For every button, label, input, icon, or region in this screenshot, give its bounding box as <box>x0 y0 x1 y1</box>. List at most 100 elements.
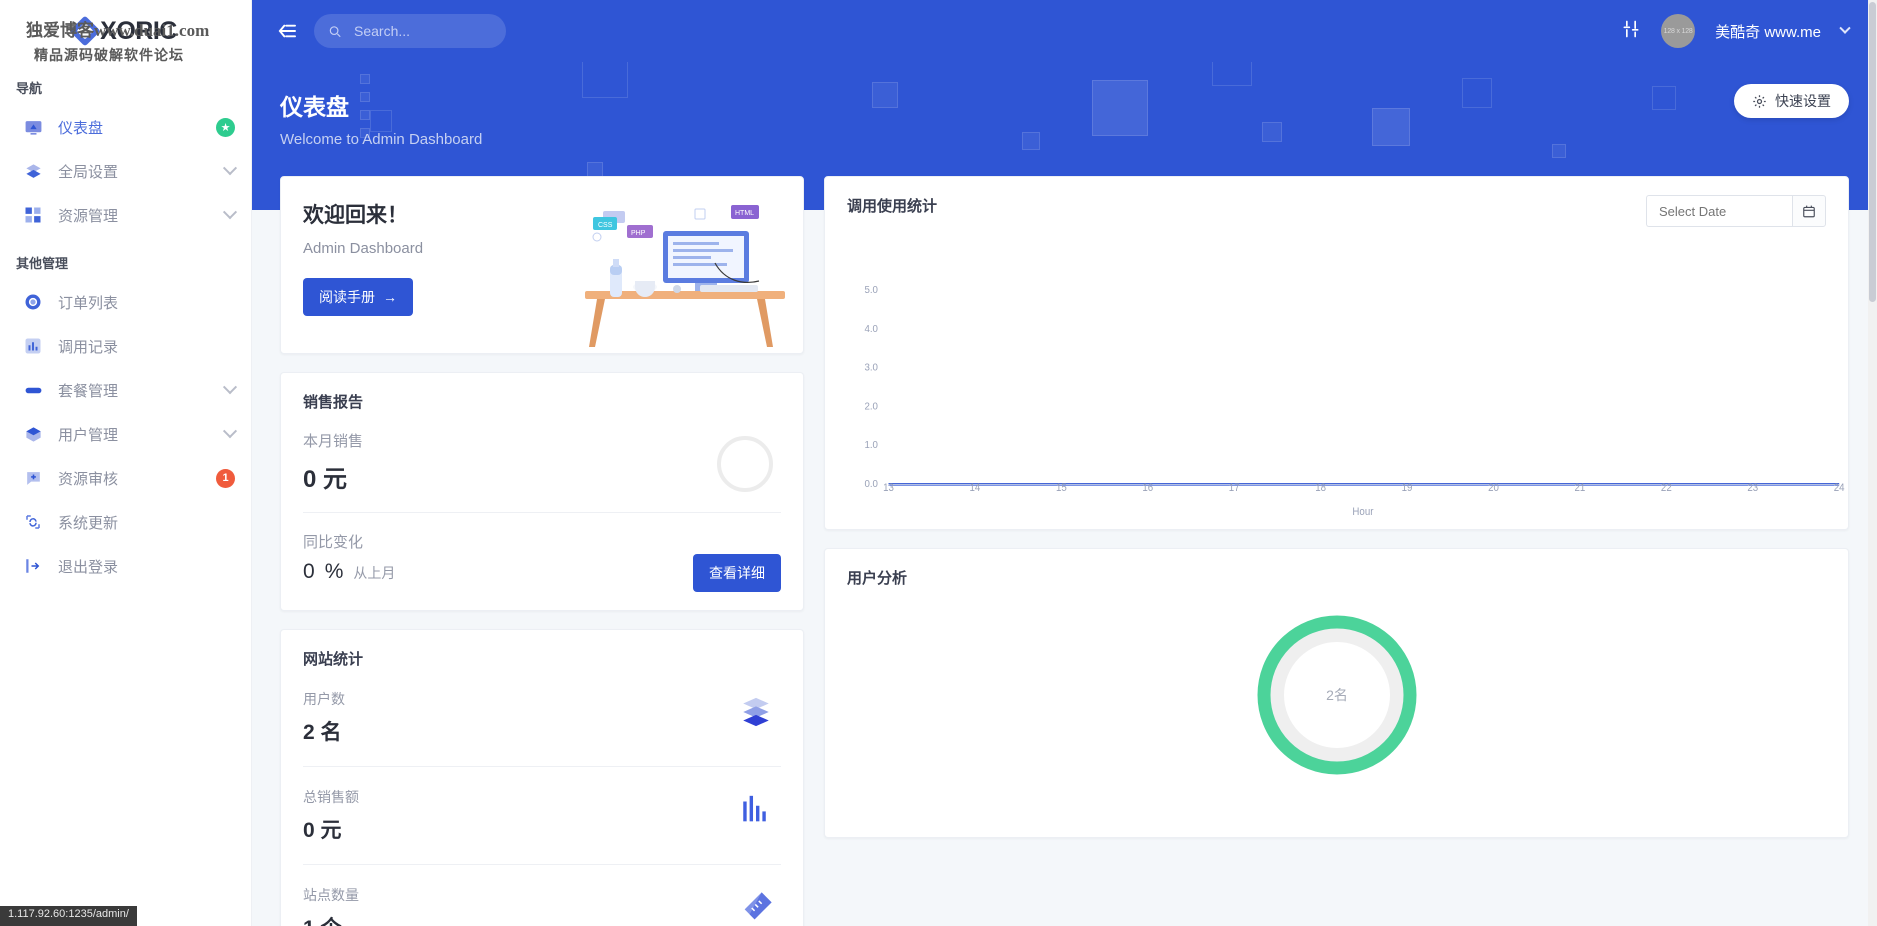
svg-text:1.0: 1.0 <box>864 440 878 451</box>
layers-stack-icon <box>743 697 769 727</box>
sidebar-item-system-update[interactable]: 系统更新 <box>0 500 251 544</box>
search-box[interactable] <box>314 14 506 48</box>
sidebar-item-label: 用户管理 <box>58 426 119 444</box>
arrow-right-icon: → <box>383 289 397 305</box>
stat-value-wrap: 0 元 <box>303 814 781 844</box>
gear-icon <box>1753 94 1766 108</box>
sales-this-month-row: 本月销售 0 元 <box>281 412 803 512</box>
right-column: 调用使用统计 5.0 4.0 3.0 2 <box>824 176 1849 838</box>
status-badge: 1 <box>216 468 235 488</box>
pill-icon <box>22 379 44 401</box>
svg-text:19: 19 <box>1402 483 1413 495</box>
avatar[interactable]: 128 x 128 <box>1661 14 1696 48</box>
chevron-down-icon <box>222 380 238 395</box>
sidebar-item-label: 调用记录 <box>58 338 119 356</box>
svg-text:16: 16 <box>1142 483 1153 495</box>
refresh-icon <box>22 511 44 533</box>
user-analysis-title: 用户分析 <box>847 570 908 587</box>
stat-row-users: 用户数 2 名 <box>281 669 803 766</box>
calendar-icon[interactable] <box>1792 195 1826 227</box>
user-analysis-card: 用户分析 2名 <box>824 548 1849 838</box>
sidebar-item-user-management[interactable]: 用户管理 <box>0 412 251 456</box>
user-analysis-center-label: 2名 <box>1326 687 1348 703</box>
welcome-subtitle: Admin Dashboard <box>303 240 424 257</box>
collapse-left-icon[interactable] <box>270 14 304 48</box>
sales-report-card: 销售报告 本月销售 0 元 同比变化 0 % 从上月 查看详细 <box>280 372 804 611</box>
usage-chart-xaxis: 13 14 15 16 17 18 19 20 21 22 23 24 Hour <box>883 483 1845 519</box>
sales-this-month-label: 本月销售 <box>303 433 364 450</box>
svg-text:20: 20 <box>1488 483 1499 495</box>
top-navbar: 128 x 128 美酷奇 www.me <box>252 0 1877 62</box>
sidebar-item-global-settings[interactable]: 全局设置 <box>0 149 251 193</box>
sidebar-item-order-list[interactable]: 订单列表 <box>0 280 251 324</box>
sidebar-item-label: 资源审核 <box>58 470 119 488</box>
site-stats-card: 网站统计 用户数 2 名 总销售额 0 元 站点数量 <box>280 629 804 926</box>
svg-text:21: 21 <box>1575 483 1586 495</box>
stat-unit: 个 <box>321 917 342 926</box>
stat-value: 0 <box>303 819 315 842</box>
sales-donut-icon <box>717 436 773 492</box>
sales-report-title: 销售报告 <box>303 394 364 411</box>
desk-illustration: PHP CSS HTML <box>585 205 785 347</box>
sidebar-item-call-records[interactable]: 调用记录 <box>0 324 251 368</box>
svg-text:14: 14 <box>970 483 981 495</box>
stat-label: 站点数量 <box>303 887 359 903</box>
page-title: 仪表盘 <box>280 94 349 120</box>
search-input[interactable] <box>352 22 492 40</box>
sales-change-row: 同比变化 0 % 从上月 查看详细 <box>281 513 803 610</box>
sidebar-item-label: 资源管理 <box>58 207 119 225</box>
dashboard-content: 欢迎回来！ Admin Dashboard 阅读手册 → PHP CSS HTM… <box>252 176 1877 926</box>
chevron-down-icon <box>222 205 238 220</box>
sliders-icon[interactable] <box>1621 19 1641 44</box>
quick-settings-button[interactable]: 快速设置 <box>1734 84 1849 118</box>
date-picker[interactable] <box>1646 195 1826 227</box>
sales-change-label: 同比变化 <box>303 534 364 551</box>
select-date-input[interactable] <box>1646 195 1792 227</box>
svg-text:4.0: 4.0 <box>864 324 878 335</box>
svg-text:Hour: Hour <box>1352 507 1374 519</box>
view-detail-button[interactable]: 查看详细 <box>693 554 781 592</box>
svg-text:18: 18 <box>1315 483 1326 495</box>
sidebar-item-package-management[interactable]: 套餐管理 <box>0 368 251 412</box>
page-scrollbar-thumb[interactable] <box>1869 2 1876 302</box>
chevron-down-icon[interactable] <box>1839 22 1851 34</box>
nav-section-title-other: 其他管理 <box>16 256 69 271</box>
stat-value: 2 <box>303 721 315 744</box>
sales-this-month-value: 0 <box>303 466 317 493</box>
user-analysis-donut: 2名 <box>1257 615 1416 775</box>
sidebar-item-dashboard[interactable]: 仪表盘 ★ <box>0 105 251 149</box>
sidebar-item-logout[interactable]: 退出登录 <box>0 544 251 588</box>
stat-row-total-sales: 总销售额 0 元 <box>281 767 803 864</box>
svg-text:2.0: 2.0 <box>864 401 878 412</box>
browser-status-url: 1.117.92.60:1235/admin/ <box>0 906 137 926</box>
layers-icon <box>22 160 44 182</box>
svg-text:CSS: CSS <box>598 222 613 229</box>
sidebar-item-label: 退出登录 <box>58 558 119 576</box>
quick-settings-label: 快速设置 <box>1775 93 1831 109</box>
user-name[interactable]: 美酷奇 www.me <box>1715 21 1821 42</box>
welcome-card-text: 欢迎回来！ Admin Dashboard 阅读手册 → <box>281 177 531 353</box>
sidebar-item-label: 仪表盘 <box>58 119 104 137</box>
read-manual-label: 阅读手册 <box>319 289 375 305</box>
svg-text:PHP: PHP <box>631 230 646 237</box>
main-area: 128 x 128 美酷奇 www.me <box>252 0 1877 926</box>
bar-chart-icon <box>743 795 766 822</box>
sidebar-item-resource-review[interactable]: 资源审核 1 <box>0 456 251 500</box>
sales-this-month-value-wrap: 0 元 <box>303 459 781 494</box>
welcome-title: 欢迎回来！ <box>303 204 408 227</box>
stat-value-wrap: 1 个 <box>303 912 781 926</box>
read-manual-button[interactable]: 阅读手册 → <box>303 278 413 316</box>
stat-unit: 名 <box>320 721 342 744</box>
stat-value: 1 <box>303 917 315 926</box>
topbar-right-group: 128 x 128 美酷奇 www.me <box>1621 14 1851 48</box>
sales-change-value: 0 <box>303 560 315 583</box>
welcome-card: 欢迎回来！ Admin Dashboard 阅读手册 → PHP CSS HTM… <box>280 176 804 354</box>
watermark-line-2: 精品源码破解软件论坛 <box>34 49 184 64</box>
usage-chart-card: 调用使用统计 5.0 4.0 3.0 2 <box>824 176 1849 530</box>
sidebar-item-label: 订单列表 <box>58 294 119 312</box>
user-analysis-donut-wrap: 2名 <box>825 605 1848 785</box>
stat-label: 总销售额 <box>303 789 359 805</box>
sidebar-item-resource-management[interactable]: 资源管理 <box>0 193 251 237</box>
svg-text:15: 15 <box>1056 483 1067 495</box>
chevron-down-icon <box>222 161 238 176</box>
